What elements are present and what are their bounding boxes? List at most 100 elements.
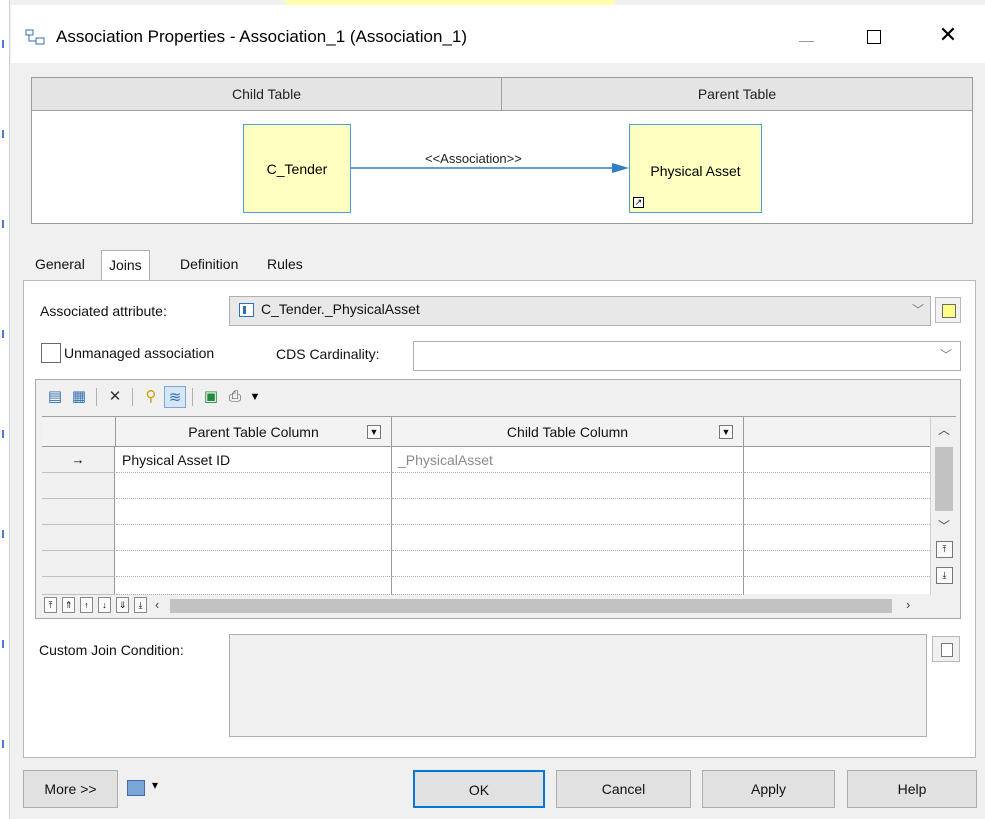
toolbar-separator xyxy=(96,388,97,406)
maximize-button[interactable] xyxy=(851,15,901,55)
excel-export-icon[interactable]: ▣ xyxy=(200,386,222,408)
table-cell[interactable] xyxy=(392,499,744,525)
cancel-button[interactable]: Cancel xyxy=(556,770,691,808)
move-down-icon[interactable]: ↓ xyxy=(98,597,111,613)
shortcut-icon: ↗ xyxy=(633,197,644,208)
edge-mark xyxy=(2,430,4,438)
scroll-left-icon[interactable]: ‹ xyxy=(155,597,159,612)
grid-toolbar: ▤ ▦ ✕ ⚲ ≋ ▣ ⎙ ▼ xyxy=(36,380,960,414)
print-button[interactable]: ▾ xyxy=(127,778,167,801)
filter-icon[interactable]: ⚲ xyxy=(140,386,162,408)
table-cell[interactable] xyxy=(116,577,392,595)
chevron-down-icon[interactable]: ▼ xyxy=(244,386,266,408)
row-marker[interactable] xyxy=(42,551,115,577)
move-page-up-icon[interactable]: ⇑ xyxy=(62,597,75,613)
cds-cardinality-select[interactable]: ﹀ xyxy=(413,341,961,371)
associated-attribute-select[interactable]: C_Tender._PhysicalAsset ﹀ xyxy=(229,296,931,326)
row-marker[interactable] xyxy=(42,499,115,525)
parent-column-cell[interactable]: Physical Asset ID xyxy=(116,447,392,473)
column-dropdown-icon[interactable]: ▼ xyxy=(367,425,381,439)
chevron-down-icon: ▾ xyxy=(152,778,159,792)
unmanaged-association-checkbox[interactable] xyxy=(41,343,61,363)
toolbar-separator xyxy=(192,388,193,406)
edge-mark xyxy=(2,40,4,48)
table-cell[interactable] xyxy=(116,551,392,577)
attribute-icon xyxy=(239,303,254,317)
column-header-child[interactable]: Child Table Column ▼ xyxy=(392,417,744,447)
minimize-icon xyxy=(799,41,814,42)
chevron-down-icon: ﹀ xyxy=(911,303,924,317)
associated-attribute-label: Associated attribute: xyxy=(40,303,167,319)
move-to-top-icon[interactable]: ⤒ xyxy=(44,597,57,613)
edge-mark xyxy=(2,740,4,748)
row-marker[interactable]: → xyxy=(42,447,115,473)
column-header-child-label: Child Table Column xyxy=(506,424,629,440)
edit-condition-button[interactable] xyxy=(932,636,960,662)
scroll-down-icon[interactable]: ﹀ xyxy=(931,517,957,534)
move-page-down-icon[interactable]: ⇓ xyxy=(116,597,129,613)
edge-mark xyxy=(2,640,4,648)
print-icon[interactable]: ⎙ xyxy=(224,386,246,408)
parent-entity[interactable]: Physical Asset ↗ xyxy=(629,124,762,213)
scroll-to-top-icon[interactable]: ⤒ xyxy=(936,541,953,558)
joins-grid-container: ▤ ▦ ✕ ⚲ ≋ ▣ ⎙ ▼ Parent Table Column ▼ Ch… xyxy=(35,379,961,619)
table-cell[interactable] xyxy=(744,473,930,499)
unmanaged-association-label: Unmanaged association xyxy=(64,345,215,361)
printer-icon xyxy=(127,780,145,796)
custom-join-condition-field[interactable] xyxy=(229,634,927,737)
edge-mark xyxy=(2,220,4,228)
scrollbar-thumb[interactable] xyxy=(935,447,953,511)
edge-mark xyxy=(2,330,4,338)
table-cell[interactable] xyxy=(392,525,744,551)
help-button[interactable]: Help xyxy=(847,770,977,808)
move-up-icon[interactable]: ↑ xyxy=(80,597,93,613)
row-marker[interactable] xyxy=(42,577,115,595)
scroll-up-icon[interactable]: ︿ xyxy=(931,421,957,438)
table-cell[interactable] xyxy=(392,577,744,595)
row-marker[interactable] xyxy=(42,473,115,499)
insert-row-icon[interactable]: ▦ xyxy=(68,386,90,408)
table-cell[interactable] xyxy=(392,551,744,577)
minimize-button[interactable] xyxy=(781,15,831,55)
column-header-empty xyxy=(744,417,930,447)
child-entity[interactable]: C_Tender xyxy=(243,124,351,213)
joins-grid: Parent Table Column ▼ Child Table Column… xyxy=(42,416,956,595)
horizontal-scrollbar-thumb[interactable] xyxy=(170,599,892,613)
table-cell[interactable] xyxy=(392,473,744,499)
parent-entity-label: Physical Asset xyxy=(650,163,741,179)
association-diagram: Child Table Parent Table <<Association>>… xyxy=(31,77,973,224)
tab-definition[interactable]: Definition xyxy=(180,256,238,272)
close-button[interactable]: ✕ xyxy=(923,15,973,55)
table-cell[interactable] xyxy=(116,499,392,525)
column-header-parent[interactable]: Parent Table Column ▼ xyxy=(116,417,392,447)
vertical-scrollbar[interactable]: ︿ ﹀ ⤒ ⤓ xyxy=(930,417,956,595)
add-row-icon[interactable]: ▤ xyxy=(44,386,66,408)
table-cell[interactable] xyxy=(744,551,930,577)
table-cell[interactable] xyxy=(116,473,392,499)
toolbar-separator xyxy=(132,388,133,406)
ok-button[interactable]: OK xyxy=(413,770,545,808)
auto-join-icon[interactable]: ≋ xyxy=(164,386,186,408)
tab-rules[interactable]: Rules xyxy=(267,256,303,272)
scroll-to-bottom-icon[interactable]: ⤓ xyxy=(936,567,953,584)
scroll-right-icon[interactable]: › xyxy=(906,597,910,612)
tab-joins[interactable]: Joins xyxy=(101,250,150,282)
empty-cell[interactable] xyxy=(744,447,930,473)
window-title: Association Properties - Association_1 (… xyxy=(56,27,468,46)
child-column-cell[interactable]: _PhysicalAsset xyxy=(392,447,744,473)
grid-bottom-bar: ⤒ ⇑ ↑ ↓ ⇓ ⤓ ‹ › xyxy=(42,595,956,617)
maximize-icon xyxy=(867,30,881,44)
more-button[interactable]: More >> xyxy=(23,770,118,808)
table-cell[interactable] xyxy=(744,525,930,551)
dialog-window: Association Properties - Association_1 (… xyxy=(0,0,985,819)
table-cell[interactable] xyxy=(744,499,930,525)
apply-button[interactable]: Apply xyxy=(702,770,835,808)
tab-general[interactable]: General xyxy=(35,256,85,272)
delete-icon[interactable]: ✕ xyxy=(104,386,126,408)
attribute-properties-button[interactable] xyxy=(935,297,961,323)
column-dropdown-icon[interactable]: ▼ xyxy=(719,425,733,439)
row-marker[interactable] xyxy=(42,525,115,551)
background-edge xyxy=(0,0,10,819)
move-to-bottom-icon[interactable]: ⤓ xyxy=(134,597,147,613)
table-cell[interactable] xyxy=(116,525,392,551)
